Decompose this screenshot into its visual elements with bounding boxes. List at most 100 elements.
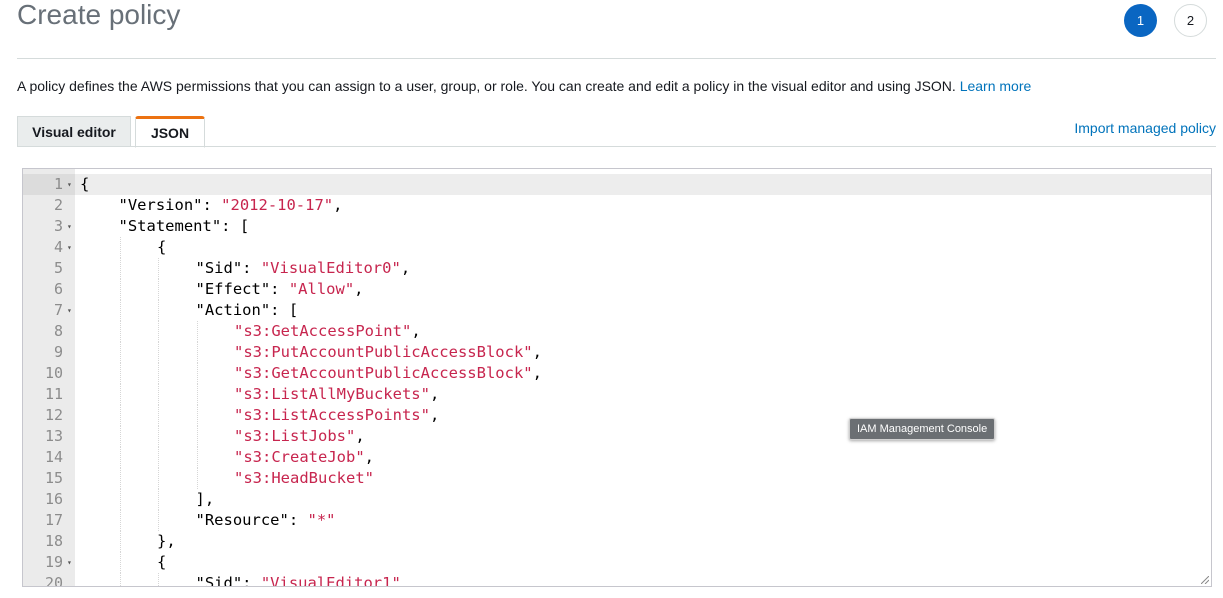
code-text: "Sid": "VisualEditor1" — [196, 573, 401, 586]
code-line[interactable]: 6 "Effect": "Allow", — [23, 279, 1211, 300]
resize-handle-icon[interactable] — [1201, 576, 1209, 584]
indent-guide — [119, 279, 121, 300]
line-number: 9 — [53, 343, 63, 361]
tooltip: IAM Management Console — [849, 418, 996, 440]
header-divider — [17, 58, 1216, 59]
code-lines[interactable]: 1 ▾{2 "Version": "2012-10-17", 3 ▾ "Statement… — [23, 174, 1211, 587]
code-line[interactable]: 15 "s3:HeadBucket" — [23, 468, 1211, 489]
code-text: "Effect": "Allow", — [196, 279, 364, 300]
string-token: "2012-10-17" — [221, 196, 334, 214]
string-token: "*" — [307, 511, 336, 529]
tab-visual-editor[interactable]: Visual editor — [17, 116, 131, 147]
editor-tabs: Visual editor JSON — [17, 116, 205, 148]
code-line[interactable]: 12 "s3:ListAccessPoints", — [23, 405, 1211, 426]
line-number: 15 — [44, 469, 63, 487]
indent-guide — [158, 279, 159, 300]
indent-guide — [119, 552, 121, 573]
line-number: 6 — [53, 280, 63, 298]
code-token: , — [354, 280, 364, 298]
indent-guide — [119, 300, 121, 321]
line-number: 4 — [53, 238, 63, 256]
line-number: 19 — [44, 553, 63, 571]
indent-guide — [158, 321, 159, 342]
line-number: 3 — [53, 217, 63, 235]
code-line[interactable]: 8 "s3:GetAccessPoint", — [23, 321, 1211, 342]
indent-guide — [119, 258, 121, 279]
indent-guide — [119, 384, 121, 405]
indent-guide — [119, 531, 121, 552]
indent-guide — [158, 342, 159, 363]
code-token: "Statement": [ — [118, 217, 250, 235]
indent-guide — [119, 468, 121, 489]
json-code-editor[interactable]: 1 ▾{2 "Version": "2012-10-17", 3 ▾ "Statement… — [22, 168, 1212, 587]
line-number: 20 — [44, 574, 63, 587]
import-managed-policy-link[interactable]: Import managed policy — [1074, 120, 1216, 136]
indent-guide — [158, 447, 159, 468]
code-line[interactable]: 11 "s3:ListAllMyBuckets", — [23, 384, 1211, 405]
code-token: }, — [157, 532, 176, 550]
code-line[interactable]: 3 ▾ "Statement": [ — [23, 216, 1211, 237]
step-2-indicator[interactable]: 2 — [1174, 4, 1207, 37]
string-token: "Allow" — [288, 280, 355, 298]
indent-guide — [196, 468, 198, 489]
line-number: 17 — [44, 511, 63, 529]
fold-arrow-icon[interactable]: ▾ — [67, 300, 72, 321]
indent-guide — [158, 363, 159, 384]
learn-more-link[interactable]: Learn more — [960, 78, 1032, 94]
line-number: 13 — [44, 427, 63, 445]
code-line[interactable]: 7 ▾ "Action": [ — [23, 300, 1211, 321]
code-line[interactable]: 13 "s3:ListJobs", — [23, 426, 1211, 447]
code-token: , — [532, 343, 542, 361]
indent-guide — [196, 342, 198, 363]
line-number: 14 — [44, 448, 63, 466]
fold-arrow-icon[interactable]: ▾ — [67, 174, 72, 195]
page-title: Create policy — [17, 0, 181, 30]
indent-guide — [119, 405, 121, 426]
code-text: "s3:ListJobs", — [234, 426, 365, 447]
code-token: , — [429, 406, 440, 424]
code-line[interactable]: 14 "s3:CreateJob", — [23, 447, 1211, 468]
string-token: "s3:CreateJob" — [234, 448, 365, 466]
code-line[interactable]: 20 "Sid": "VisualEditor1" — [23, 573, 1211, 587]
code-text: "s3:CreateJob", — [234, 447, 374, 468]
code-line[interactable]: 1 ▾{ — [23, 174, 1211, 195]
code-line[interactable]: 18}, — [23, 531, 1211, 552]
code-line[interactable]: 4 ▾ { — [23, 237, 1211, 258]
code-line[interactable]: 16], — [23, 489, 1211, 510]
tab-json[interactable]: JSON — [135, 116, 205, 148]
indent-guide — [196, 321, 198, 342]
indent-guide — [119, 321, 121, 342]
fold-arrow-icon[interactable]: ▾ — [67, 552, 72, 573]
fold-arrow-icon[interactable]: ▾ — [67, 237, 72, 258]
line-number: 8 — [53, 322, 63, 340]
string-token: "s3:ListAllMyBuckets" — [234, 385, 430, 403]
code-line[interactable]: 2 "Version": "2012-10-17", — [23, 195, 1211, 216]
code-line[interactable]: 17 "Resource": "*" — [23, 510, 1211, 531]
line-number: 2 — [53, 196, 63, 214]
code-text: }, — [157, 531, 176, 552]
code-text: { — [157, 237, 166, 258]
indent-guide — [158, 426, 159, 447]
code-line[interactable]: 19 ▾ { — [23, 552, 1211, 573]
indent-guide — [158, 300, 159, 321]
code-line[interactable]: 10 "s3:GetAccountPublicAccessBlock", — [23, 363, 1211, 384]
wizard-steps: 1 2 — [1124, 4, 1207, 37]
indent-guide — [196, 447, 198, 468]
code-line[interactable]: 5 "Sid": "VisualEditor0", — [23, 258, 1211, 279]
code-text: "s3:ListAccessPoints", — [234, 405, 439, 426]
indent-guide — [196, 405, 198, 426]
line-number: 5 — [53, 259, 63, 277]
step-1-indicator[interactable]: 1 — [1124, 4, 1157, 37]
code-token: , — [333, 196, 343, 214]
code-line[interactable]: 9 "s3:PutAccountPublicAccessBlock", — [23, 342, 1211, 363]
indent-guide — [196, 426, 198, 447]
indent-guide — [119, 363, 121, 384]
string-token: "s3:ListJobs" — [234, 427, 356, 445]
fold-arrow-icon[interactable]: ▾ — [67, 216, 72, 237]
line-number: 18 — [44, 532, 63, 550]
code-token: , — [411, 322, 421, 340]
indent-guide — [119, 489, 121, 510]
indent-guide — [119, 447, 121, 468]
line-number: 11 — [44, 385, 63, 403]
code-token: "Sid": — [195, 259, 261, 277]
